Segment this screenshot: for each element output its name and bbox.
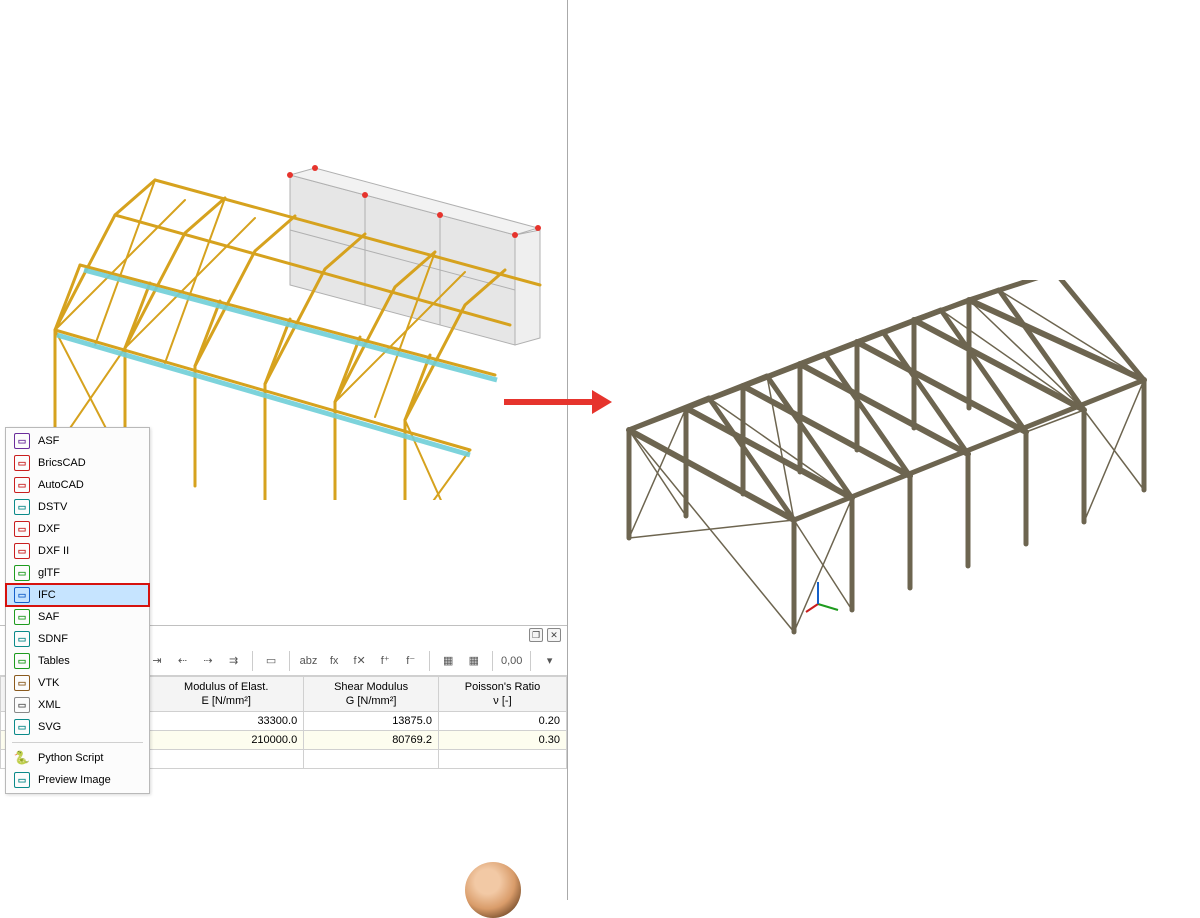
menu-item-ifc[interactable]: ▭ IFC: [6, 584, 149, 606]
autocad-icon: ▭: [14, 477, 30, 493]
toolbar-button[interactable]: f⁻: [399, 650, 422, 672]
menu-item-label: Preview Image: [38, 772, 111, 788]
avatar[interactable]: [465, 862, 521, 918]
col-shear-modulus: Shear ModulusG [N/mm²]: [304, 677, 439, 712]
menu-item-label: BricsCAD: [38, 455, 86, 471]
table-cell: 0.30: [438, 731, 566, 750]
menu-item-saf[interactable]: ▭ SAF: [6, 606, 149, 628]
toolbar-button[interactable]: 0,00: [500, 650, 523, 672]
viewport-right-model[interactable]: [589, 280, 1169, 640]
menu-item-asf[interactable]: ▭ ASF: [6, 430, 149, 452]
sdnf-icon: ▭: [14, 631, 30, 647]
tables-icon: ▭: [14, 653, 30, 669]
toolbar-button[interactable]: ⇢: [197, 650, 220, 672]
toolbar-button[interactable]: ▦: [463, 650, 486, 672]
table-cell: 0.20: [438, 712, 566, 731]
toolbar-button[interactable]: fx: [323, 650, 346, 672]
menu-item-autocad[interactable]: ▭ AutoCAD: [6, 474, 149, 496]
table-cell: 80769.2: [304, 731, 439, 750]
panel-close-button[interactable]: ✕: [547, 628, 561, 642]
toolbar-separator: [252, 651, 253, 671]
col-poisson-ratio: Poisson's Ratioν [-]: [438, 677, 566, 712]
toolbar-button[interactable]: abz: [297, 650, 320, 672]
axis-gizmo-icon: [804, 578, 844, 618]
svg-icon: ▭: [14, 719, 30, 735]
xml-icon: ▭: [14, 697, 30, 713]
col-modulus-elast: Modulus of Elast.E [N/mm²]: [149, 677, 304, 712]
menu-item-label: IFC: [38, 587, 56, 603]
gltf-icon: ▭: [14, 565, 30, 581]
menu-item-label: AutoCAD: [38, 477, 84, 493]
toolbar-button[interactable]: ▾: [538, 650, 561, 672]
table-cell: [438, 750, 566, 769]
menu-item-python-script[interactable]: Python Script: [6, 747, 149, 769]
toolbar-button[interactable]: f⁺: [374, 650, 397, 672]
menu-item-label: SDNF: [38, 631, 68, 647]
python-script-icon: [14, 750, 30, 766]
menu-item-label: ASF: [38, 433, 59, 449]
menu-item-sdnf[interactable]: ▭ SDNF: [6, 628, 149, 650]
menu-item-gltf[interactable]: ▭ glTF: [6, 562, 149, 584]
menu-item-label: SAF: [38, 609, 59, 625]
dxf-icon: ▭: [14, 521, 30, 537]
toolbar-button[interactable]: ⇠: [171, 650, 194, 672]
toolbar-button[interactable]: ▦: [437, 650, 460, 672]
panel-undock-button[interactable]: ❐: [529, 628, 543, 642]
menu-item-bricscad[interactable]: ▭ BricsCAD: [6, 452, 149, 474]
toolbar-separator: [429, 651, 430, 671]
menu-item-label: glTF: [38, 565, 60, 581]
ifc-icon: ▭: [14, 587, 30, 603]
menu-item-dstv[interactable]: ▭ DSTV: [6, 496, 149, 518]
menu-item-label: SVG: [38, 719, 61, 735]
menu-item-label: Python Script: [38, 750, 103, 766]
toolbar-separator: [492, 651, 493, 671]
menu-item-preview-image[interactable]: ▭ Preview Image: [6, 769, 149, 791]
left-pane: ▭ ASF ▭ BricsCAD ▭ AutoCAD ▭ DSTV ▭ DXF ▭ DXF II ▭ gl…: [0, 0, 568, 900]
menu-item-label: DXF II: [38, 543, 69, 559]
menu-item-tables[interactable]: ▭ Tables: [6, 650, 149, 672]
export-context-menu: ▭ ASF ▭ BricsCAD ▭ AutoCAD ▭ DSTV ▭ DXF ▭ DXF II ▭ gl…: [5, 427, 150, 794]
menu-item-label: VTK: [38, 675, 59, 691]
menu-item-label: XML: [38, 697, 61, 713]
vtk-icon: ▭: [14, 675, 30, 691]
dstv-icon: ▭: [14, 499, 30, 515]
menu-item-vtk[interactable]: ▭ VTK: [6, 672, 149, 694]
table-cell: 210000.0: [149, 731, 304, 750]
toolbar-separator: [530, 651, 531, 671]
menu-item-xml[interactable]: ▭ XML: [6, 694, 149, 716]
preview-image-icon: ▭: [14, 772, 30, 788]
bricscad-icon: ▭: [14, 455, 30, 471]
toolbar-button[interactable]: f✕: [348, 650, 371, 672]
dxf-ii-icon: ▭: [14, 543, 30, 559]
toolbar-button[interactable]: ▭: [260, 650, 283, 672]
toolbar-separator: [289, 651, 290, 671]
table-cell: [149, 750, 304, 769]
table-cell: 33300.0: [149, 712, 304, 731]
arrow-icon: [504, 390, 614, 414]
menu-item-label: DSTV: [38, 499, 67, 515]
saf-icon: ▭: [14, 609, 30, 625]
table-cell: 13875.0: [304, 712, 439, 731]
menu-separator: [12, 742, 143, 743]
right-pane: [569, 0, 1200, 900]
menu-item-label: DXF: [38, 521, 60, 537]
menu-item-label: Tables: [38, 653, 70, 669]
menu-item-dxf-ii[interactable]: ▭ DXF II: [6, 540, 149, 562]
asf-icon: ▭: [14, 433, 30, 449]
menu-item-dxf[interactable]: ▭ DXF: [6, 518, 149, 540]
menu-item-svg[interactable]: ▭ SVG: [6, 716, 149, 738]
table-cell: [304, 750, 439, 769]
toolbar-button[interactable]: ⇉: [222, 650, 245, 672]
